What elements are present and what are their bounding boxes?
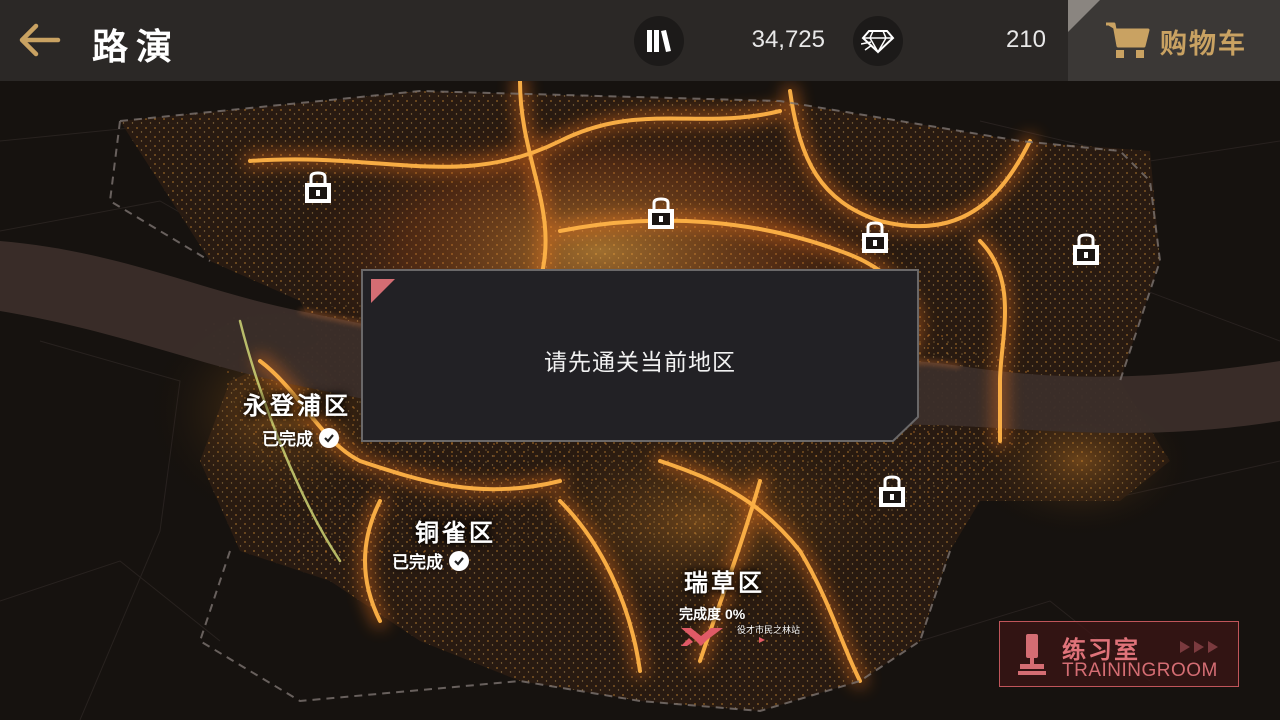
check-circle-icon	[449, 550, 469, 571]
diamond-currency-icon	[853, 16, 903, 66]
check-circle-icon	[319, 427, 339, 448]
diamond-icon	[861, 30, 895, 54]
training-room-label-en: TRAININGROOM	[1062, 660, 1218, 681]
microphone-icon	[1018, 634, 1046, 675]
page-title: 路演	[92, 27, 181, 68]
books-currency-value: 34,725	[751, 26, 825, 53]
shopping-cart-icon	[1106, 22, 1150, 58]
shopping-cart-button[interactable]: 购物车	[1068, 0, 1280, 81]
district-dongjak-status: 已完成	[392, 548, 469, 573]
district-yeongdeungpo-name[interactable]: 永登浦区	[243, 386, 351, 421]
books-currency-icon	[634, 16, 684, 66]
district-seocho-name[interactable]: 瑞草区	[684, 563, 765, 598]
top-bar: 路演 34,725 210 购物车	[0, 0, 1280, 81]
back-arrow-icon	[19, 23, 61, 57]
back-button[interactable]	[14, 20, 66, 60]
chevron-right-arrows-icon	[1180, 641, 1218, 653]
cart-corner-decoration	[1068, 0, 1100, 32]
agency-logo-icon	[681, 628, 723, 646]
locked-district-lock-icon[interactable]	[303, 171, 333, 205]
cart-label: 购物车	[1160, 29, 1247, 60]
locked-region-dialog[interactable]: 请先通关当前地区	[361, 269, 919, 442]
training-room-button[interactable]: 练习室 TRAININGROOM	[999, 621, 1239, 687]
progress-label: 完成度	[679, 607, 721, 623]
diamond-currency-value: 210	[1005, 26, 1046, 53]
district-dongjak-name[interactable]: 铜雀区	[415, 513, 496, 548]
district-status-text: 已完成	[262, 430, 313, 450]
locked-district-lock-icon[interactable]	[877, 475, 907, 509]
locked-district-lock-icon[interactable]	[646, 197, 676, 231]
locked-district-lock-icon[interactable]	[860, 221, 890, 255]
dialog-message: 请先通关当前地区	[544, 350, 736, 376]
district-yeongdeungpo-status: 已完成	[262, 425, 339, 450]
district-seocho-caption: 役才市民之林站	[737, 626, 801, 636]
district-seocho-progress: 完成度 0%	[679, 604, 745, 624]
district-status-text: 已完成	[392, 553, 443, 573]
books-icon	[647, 30, 671, 52]
play-arrow-icon	[759, 637, 765, 643]
progress-value: 0%	[725, 606, 746, 622]
locked-district-lock-icon[interactable]	[1071, 233, 1101, 267]
